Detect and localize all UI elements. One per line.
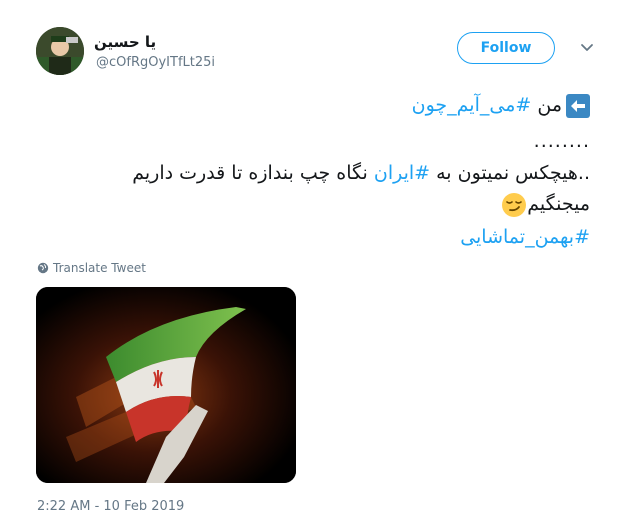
author-name[interactable]: یا حسین: [94, 33, 156, 51]
tweet-text: ..هیچکس نمیتون به: [430, 162, 590, 184]
tweet-line-1: من #می_آیم_چون: [412, 90, 590, 121]
chevron-down-icon[interactable]: [578, 38, 596, 56]
author-handle[interactable]: @cOfRgOyITfLt25i: [96, 55, 215, 70]
tweet-line-3: ..هیچکس نمیتون به #ایران نگاه چپ بندازه …: [132, 158, 590, 189]
tweet-word: من: [537, 94, 562, 116]
follow-button[interactable]: Follow: [457, 32, 555, 64]
translate-label: Translate Tweet: [53, 261, 146, 275]
tweet-text: نگاه چپ بندازه تا قدرت داریم: [132, 162, 374, 184]
translate-tweet-link[interactable]: Translate Tweet: [37, 261, 146, 275]
globe-icon: [37, 262, 49, 274]
tweet-line-4: میجنگیم: [501, 189, 590, 220]
tweet-text: میجنگیم: [527, 193, 590, 215]
hashtag-link[interactable]: #ایران: [374, 162, 430, 184]
tweet-line-5: #بهمن_تماشایی: [460, 222, 590, 253]
hashtag-link[interactable]: #بهمن_تماشایی: [460, 226, 590, 248]
left-arrow-emoji-icon: [566, 93, 590, 118]
avatar[interactable]: [36, 27, 84, 75]
tweet-line-2: ........: [533, 130, 590, 152]
tweet-media-image[interactable]: [36, 287, 296, 483]
hashtag-link[interactable]: #می_آیم_چون: [412, 94, 532, 116]
smirk-emoji-icon: [501, 192, 527, 218]
tweet-timestamp[interactable]: 2:22 AM - 10 Feb 2019: [37, 499, 184, 514]
